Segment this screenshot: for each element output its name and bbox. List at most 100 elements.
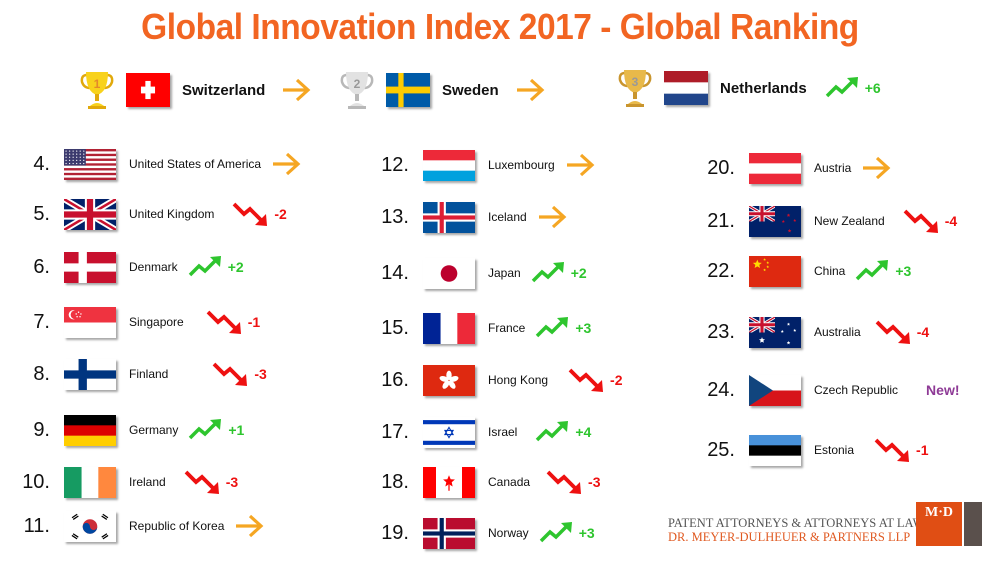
trend: +3	[855, 260, 911, 282]
ranking-row: 22. China +3	[693, 253, 911, 289]
country-name: Netherlands	[720, 79, 807, 97]
trend: -1	[206, 309, 260, 335]
iceland-flag-icon	[423, 201, 475, 233]
country-name: United Kingdom	[129, 207, 215, 221]
trend: -2	[568, 367, 623, 393]
trend: -3	[184, 469, 238, 495]
country-name: France	[488, 321, 526, 335]
ranking-row: 20. Austria	[693, 150, 891, 186]
ranking-row: 19. Norway +3	[367, 515, 595, 551]
bronze-trophy-icon: 3	[618, 70, 652, 107]
trend	[565, 153, 595, 177]
luxembourg-flag-icon	[423, 149, 475, 181]
ranking-row: 6. Denmark +2	[8, 249, 244, 285]
country-name: Czech Republic	[814, 383, 899, 397]
ranking-row: 10. Ireland -3	[8, 464, 238, 500]
svg-text:1: 1	[94, 77, 101, 91]
ranking-row: 14. Japan +2	[367, 255, 587, 291]
ranking-row: 17. Israel +4	[367, 414, 591, 450]
rank-number: 6.	[33, 255, 50, 278]
netherlands-flag-icon	[664, 71, 708, 105]
country-name: Germany	[129, 423, 179, 437]
rank-number: 4.	[33, 152, 50, 175]
rank-change: -4	[944, 213, 958, 229]
trend-up-icon	[536, 317, 569, 338]
country-name: Sweden	[442, 81, 499, 99]
arrow-right-icon	[273, 152, 301, 176]
trend	[515, 78, 545, 102]
trend-down-icon	[546, 470, 582, 494]
trend-up-icon	[531, 262, 564, 283]
country-name: Iceland	[488, 210, 527, 224]
usa-flag-icon	[64, 148, 116, 180]
rank-number: 20.	[707, 156, 735, 179]
ranking-row: 25. Estonia -1	[693, 432, 928, 468]
country-name: Finland	[129, 367, 169, 381]
rank-change: +4	[575, 424, 592, 440]
trend-down-icon	[184, 470, 219, 494]
podium-item-sweden: 2 Sweden	[340, 68, 545, 112]
trend-down-icon	[874, 438, 910, 462]
trend-up-icon	[536, 421, 569, 442]
country-name: Israel	[488, 425, 518, 439]
firm-name: PATENT ATTORNEYS & ATTORNEYS AT LAW DR. …	[668, 516, 924, 544]
rank-number: 11.	[23, 514, 50, 537]
rank-number: 8.	[33, 362, 50, 385]
trend	[271, 152, 301, 176]
rank-number: 17.	[381, 420, 409, 443]
israel-flag-icon	[423, 416, 475, 448]
trend-up-icon	[825, 77, 858, 98]
trend-up-icon	[189, 419, 222, 440]
china-flag-icon	[749, 255, 801, 287]
rank-number: 5.	[33, 202, 50, 225]
trend: -4	[903, 208, 957, 234]
country-name: Hong Kong	[488, 373, 549, 387]
ranking-row: 23. Australia -4	[693, 314, 929, 350]
hongkong-flag-icon	[423, 364, 475, 396]
country-name: United States of America	[129, 157, 262, 171]
rank-change: -2	[610, 372, 623, 388]
newzealand-flag-icon	[749, 205, 801, 237]
trend	[234, 514, 264, 538]
trend-up-icon	[188, 256, 221, 277]
rank-number: 13.	[381, 205, 409, 228]
ranking-row: 13. Iceland	[367, 199, 567, 235]
ranking-row: 7. Singapore -1	[8, 304, 260, 340]
trend: -2	[232, 201, 287, 227]
country-name: China	[814, 264, 846, 278]
rank-change: +6	[864, 80, 881, 96]
rank-number: 23.	[707, 320, 735, 343]
rank-number: 19.	[381, 521, 409, 544]
firm-tagline: PATENT ATTORNEYS & ATTORNEYS AT LAW	[668, 516, 925, 530]
ranking-row: 16. Hong Kong -2	[367, 362, 623, 398]
country-name: Estonia	[814, 443, 855, 457]
japan-flag-icon	[423, 257, 475, 289]
arrow-right-icon	[863, 156, 891, 180]
ranking-row: 15. France +3	[367, 310, 591, 346]
firm-title: DR. MEYER-DULHEUER & PARTNERS LLP	[668, 530, 911, 544]
ranking-row: 5. United Kingdom -2	[8, 196, 287, 232]
finland-flag-icon	[64, 358, 116, 390]
rank-change: +1	[228, 422, 245, 438]
country-name: Canada	[488, 475, 531, 489]
singapore-flag-icon	[64, 306, 116, 338]
rank-number: 9.	[33, 418, 50, 441]
country-name: Ireland	[129, 475, 166, 489]
rank-change: -1	[916, 442, 929, 458]
denmark-flag-icon	[64, 251, 116, 283]
logo-text: M·D	[916, 502, 962, 546]
norway-flag-icon	[423, 517, 475, 549]
trend: +4	[535, 421, 591, 443]
trend-down-icon	[233, 202, 268, 226]
rank-change: -2	[274, 206, 287, 222]
trend-down-icon	[213, 362, 248, 386]
rank-number: 18.	[381, 470, 409, 493]
arrow-right-icon	[516, 78, 545, 102]
rank-change: -4	[916, 324, 930, 340]
trend: New!	[920, 382, 959, 398]
canada-flag-icon	[423, 466, 475, 498]
rank-change: +3	[575, 320, 592, 336]
czech-flag-icon	[749, 374, 801, 406]
ranking-row: 11. Republic of Korea	[8, 508, 264, 544]
trend: +3	[535, 317, 591, 339]
